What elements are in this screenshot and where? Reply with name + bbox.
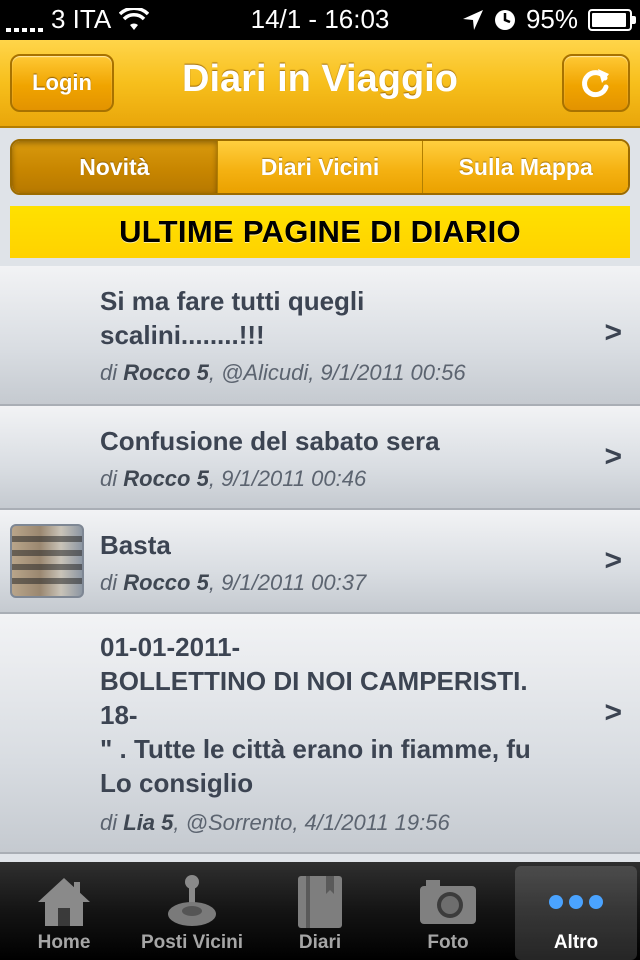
tab-posti-vicini[interactable]: Posti Vicini bbox=[128, 862, 256, 960]
chevron-right-icon: > bbox=[604, 696, 622, 729]
entry-meta: di Rocco 5, @Alicudi, 9/1/2011 00:56 bbox=[100, 360, 466, 385]
book-icon bbox=[290, 874, 350, 930]
tab-bar: Home Posti Vicini Diari Foto Altro bbox=[0, 862, 640, 960]
list-item[interactable]: 01-01-2011- BOLLETTINO DI NOI CAMPERISTI… bbox=[0, 614, 640, 854]
entry-meta: di Lia 5, @Sorrento, 4/1/2011 19:56 bbox=[100, 810, 450, 835]
tab-foto[interactable]: Foto bbox=[384, 862, 512, 960]
entry-author: Rocco 5 bbox=[123, 360, 209, 385]
location-arrow-icon bbox=[462, 9, 483, 30]
section-header: ULTIME PAGINE DI DIARIO bbox=[10, 206, 630, 258]
entry-thumbnail bbox=[10, 524, 84, 598]
battery-icon bbox=[588, 8, 636, 31]
refresh-icon bbox=[582, 69, 609, 98]
segment-sulla-mappa[interactable]: Sulla Mappa bbox=[422, 141, 628, 193]
entry-meta: di Rocco 5, 9/1/2011 00:46 bbox=[100, 466, 367, 491]
page-title: Diari in Viaggio bbox=[182, 58, 458, 100]
segmented-control: Novità Diari Vicini Sulla Mappa bbox=[10, 139, 630, 195]
list-item[interactable]: Basta di Rocco 5, 9/1/2011 00:37 > bbox=[0, 510, 640, 614]
entry-title: 01-01-2011- BOLLETTINO DI NOI CAMPERISTI… bbox=[100, 632, 531, 798]
entry-author: Rocco 5 bbox=[123, 570, 209, 595]
home-icon bbox=[34, 874, 94, 930]
entry-author: Rocco 5 bbox=[123, 466, 209, 491]
entry-author: Lia 5 bbox=[123, 810, 174, 835]
refresh-button[interactable] bbox=[562, 54, 630, 112]
navigation-bar: Login Diari in Viaggio bbox=[0, 40, 640, 128]
chevron-right-icon: > bbox=[604, 440, 622, 473]
list-item[interactable]: Si ma fare tutti quegli scalini........!… bbox=[0, 266, 640, 406]
segment-diari-vicini[interactable]: Diari Vicini bbox=[216, 141, 423, 193]
status-bar: 3 ITA 14/1 - 16:03 95% bbox=[0, 0, 640, 40]
chevron-right-icon: > bbox=[604, 544, 622, 577]
entry-title: Basta bbox=[100, 530, 171, 560]
battery-percent: 95% bbox=[525, 4, 578, 34]
segment-novit-[interactable]: Novità bbox=[12, 141, 217, 193]
chevron-right-icon: > bbox=[604, 316, 622, 349]
more-icon bbox=[546, 874, 606, 930]
tab-home[interactable]: Home bbox=[0, 862, 128, 960]
clock-icon bbox=[494, 9, 515, 30]
entry-meta: di Rocco 5, 9/1/2011 00:37 bbox=[100, 570, 367, 595]
entry-title: Confusione del sabato sera bbox=[100, 426, 440, 456]
tab-altro[interactable]: Altro bbox=[515, 866, 637, 960]
camera-icon bbox=[418, 874, 478, 930]
tab-diari[interactable]: Diari bbox=[256, 862, 384, 960]
list-item[interactable]: Confusione del sabato sera di Rocco 5, 9… bbox=[0, 406, 640, 510]
joystick-icon bbox=[162, 874, 222, 930]
diary-entries-list: Si ma fare tutti quegli scalini........!… bbox=[0, 266, 640, 862]
entry-title: Si ma fare tutti quegli scalini........!… bbox=[100, 286, 365, 350]
